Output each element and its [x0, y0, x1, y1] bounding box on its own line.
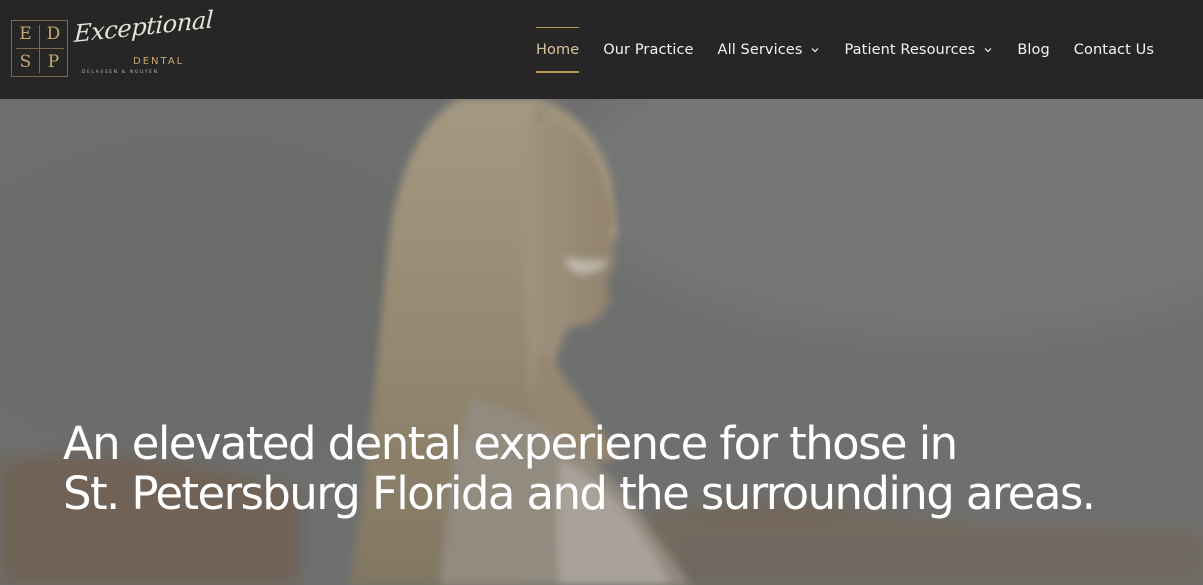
nav-item-home[interactable]: Home: [536, 26, 580, 73]
nav-item-our-practice[interactable]: Our Practice: [603, 42, 693, 58]
monogram-divider: [39, 25, 40, 73]
nav-item-label: All Services: [717, 41, 803, 58]
nav-item-contact-us[interactable]: Contact Us: [1074, 42, 1154, 58]
logo-script-text: Exceptional: [73, 5, 214, 48]
hero-title-line: St. Petersburg Florida and the surroundi…: [63, 467, 1096, 520]
monogram-letter: S: [19, 52, 32, 72]
nav-item-label: Contact Us: [1073, 41, 1154, 58]
chevron-down-icon: [984, 47, 992, 52]
logo-word: DENTAL: [133, 56, 185, 67]
nav-item-all-services[interactable]: All Services: [718, 42, 821, 58]
page: E D S P Exceptional DENTAL DELASSEN & NG…: [0, 0, 1203, 585]
chevron-down-icon: [812, 47, 819, 52]
nav-item-blog[interactable]: Blog: [1017, 42, 1049, 58]
hero-title: An elevated dental experience for those …: [63, 417, 1096, 520]
monogram-letter: E: [19, 24, 32, 44]
nav-item-label: Blog: [1017, 41, 1050, 58]
site-logo[interactable]: E D S P Exceptional DENTAL DELASSEN & NG…: [11, 6, 214, 80]
nav-item-label: Our Practice: [603, 41, 694, 58]
monogram-letter: D: [46, 24, 61, 44]
site-header: E D S P Exceptional DENTAL DELASSEN & NG…: [0, 0, 1203, 99]
hero-section: An elevated dental experience for those …: [0, 99, 1203, 585]
monogram-letter: P: [47, 52, 60, 72]
nav-item-patient-resources[interactable]: Patient Resources: [844, 42, 993, 58]
main-nav: Home Our Practice All Services Patient R…: [536, 0, 1154, 99]
logo-tagline: DELASSEN & NGUYEN: [82, 70, 159, 75]
nav-item-label: Patient Resources: [844, 41, 976, 58]
nav-item-label: Home: [536, 41, 580, 58]
monogram-divider: [16, 48, 64, 49]
hero-title-line: An elevated dental experience for those …: [63, 417, 958, 470]
logo-monogram: E D S P: [11, 20, 68, 77]
